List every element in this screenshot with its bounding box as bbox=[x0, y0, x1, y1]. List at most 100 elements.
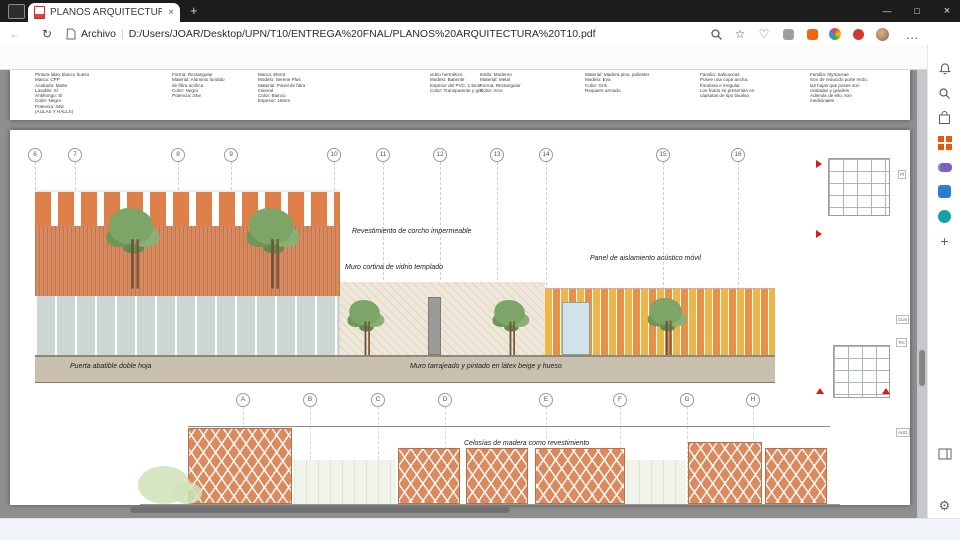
spec-column: Familia: Myrtaceae Son de reducido porte… bbox=[810, 72, 868, 104]
grid-axis: 13 bbox=[490, 148, 504, 355]
spec-column: Material: Madera pino, poliester Modelo:… bbox=[585, 72, 650, 93]
sidebar-search-icon[interactable] bbox=[936, 85, 953, 102]
browser-tab[interactable]: PLANOS ARQUITECTURA T10.pd × bbox=[28, 3, 180, 22]
grid-axis: 6 bbox=[28, 148, 42, 355]
section-marker-icon bbox=[882, 388, 890, 394]
ground-line bbox=[140, 504, 840, 505]
pdf-toolbar: ▾ Dibujar ▾ T Lectura en voz alta − + de… bbox=[0, 45, 927, 111]
back-icon[interactable]: ← bbox=[6, 25, 24, 42]
pdf-favicon-icon bbox=[34, 6, 45, 19]
spec-column: Marca: Elemt Modelo: Serene Plus Materia… bbox=[258, 72, 306, 104]
annotation-curtain-wall: Muro cortina de vidrio templado bbox=[345, 264, 444, 271]
notifications-bell-icon[interactable] bbox=[936, 60, 953, 77]
grid-axis: 15 bbox=[656, 148, 670, 355]
annotation-acoustic-panel: Panel de aislamiento acústico móvil bbox=[590, 255, 701, 262]
grid-axis: H bbox=[746, 393, 760, 503]
extension-orange-icon[interactable] bbox=[804, 26, 820, 42]
grid-axis: B bbox=[303, 393, 317, 503]
section-marker-icon bbox=[816, 230, 822, 238]
grid-axis: 8 bbox=[171, 148, 185, 355]
grid-axis: C bbox=[371, 393, 385, 503]
horizontal-scrollbar[interactable] bbox=[130, 507, 510, 513]
edge-sidebar: + ⚙ bbox=[927, 45, 960, 518]
sidebar-panel-icon[interactable] bbox=[936, 445, 953, 462]
extensions-puzzle-icon[interactable] bbox=[780, 26, 796, 42]
file-label: Archivo bbox=[81, 27, 117, 40]
url-text: D:/Users/JOAR/Desktop/UPN/T10/ENTREGA%20… bbox=[128, 27, 596, 40]
section-marker-icon bbox=[816, 388, 824, 394]
favorites-star-icon[interactable]: ☆ bbox=[732, 26, 748, 42]
section-marker-icon bbox=[816, 160, 822, 168]
grid-axis: E bbox=[539, 393, 553, 503]
tree bbox=[100, 208, 165, 289]
minimize-button[interactable]: — bbox=[872, 0, 902, 22]
vertical-scrollbar[interactable] bbox=[917, 70, 927, 518]
address-bar: ← ↻ Archivo | D:/Users/JOAR/Desktop/UPN/… bbox=[0, 22, 960, 64]
taskbar: Buscar T A P O 21°C Parc. soleado ▴ bbox=[0, 518, 960, 540]
tree bbox=[240, 208, 305, 289]
annotation-door: Puerta abatible doble hoja bbox=[70, 363, 152, 370]
annotation-cork: Revestimiento de corcho impermeable bbox=[352, 228, 472, 235]
grid-axis: F bbox=[613, 393, 627, 503]
grid-axis: 9 bbox=[224, 148, 238, 355]
extension-red-icon[interactable] bbox=[850, 26, 866, 42]
annotation-lattice: Celosías de madera como revestimiento bbox=[462, 440, 592, 447]
grid-axis: D bbox=[438, 393, 452, 503]
pdf-page-14: Pintura látex blanco hueso Marca: CPP Ac… bbox=[10, 70, 910, 120]
grid-axis: 7 bbox=[68, 148, 82, 355]
tab-close-icon[interactable]: × bbox=[168, 7, 174, 18]
spec-column: vidrio hermético Modelo: Batiente Espeso… bbox=[430, 72, 483, 93]
facade-glazing-band bbox=[35, 296, 340, 355]
sidebar-settings-gear-icon[interactable]: ⚙ bbox=[936, 497, 953, 514]
browser-window: PLANOS ARQUITECTURA T10.pd × + — □ × ← ↻… bbox=[0, 0, 960, 540]
menu-ellipsis-icon[interactable]: … bbox=[904, 26, 920, 42]
lattice-panel bbox=[466, 448, 528, 504]
close-button[interactable]: × bbox=[932, 0, 960, 22]
glass-door bbox=[562, 302, 590, 355]
clipped-label: AUD bbox=[896, 428, 910, 437]
glazing-gap bbox=[294, 460, 396, 504]
m365-apps-icon[interactable] bbox=[936, 134, 953, 151]
grid-axis: A bbox=[236, 393, 250, 503]
grid-axis: 14 bbox=[539, 148, 553, 355]
tab-title: PLANOS ARQUITECTURA T10.pd bbox=[50, 7, 162, 18]
spec-column: Forma: Rectangular Material: Aluminio fu… bbox=[172, 72, 225, 99]
pdf-viewer: Pintura látex blanco hueso Marca: CPP Ac… bbox=[0, 70, 917, 518]
new-tab-button[interactable]: + bbox=[190, 4, 198, 18]
clipped-label: Pl bbox=[898, 170, 907, 179]
grid-axis: G bbox=[680, 393, 694, 503]
lattice-panel bbox=[398, 448, 460, 504]
lattice-panel bbox=[188, 428, 292, 504]
url-field[interactable]: Archivo | D:/Users/JOAR/Desktop/UPN/T10/… bbox=[66, 25, 596, 42]
designer-sidebar-icon[interactable] bbox=[936, 208, 953, 225]
glazing-gap bbox=[627, 460, 686, 504]
profile-avatar[interactable] bbox=[874, 26, 890, 42]
grid-axis: 16 bbox=[731, 148, 745, 355]
grid-axis: 11 bbox=[376, 148, 390, 355]
browser-essentials-icon[interactable]: ♡ bbox=[756, 26, 772, 42]
roof-line bbox=[188, 426, 830, 427]
shopping-bag-icon[interactable] bbox=[936, 109, 953, 126]
spec-column: Estilo: Moderno Material: Metal Forma: R… bbox=[480, 72, 521, 93]
outlook-sidebar-icon[interactable] bbox=[936, 183, 953, 200]
file-icon bbox=[66, 28, 76, 39]
extension-colorful-icon[interactable] bbox=[827, 26, 843, 42]
tree bbox=[488, 300, 533, 356]
scrollbar-thumb[interactable] bbox=[919, 350, 925, 386]
shrub bbox=[172, 482, 202, 504]
add-sidebar-item-button[interactable]: + bbox=[936, 232, 953, 249]
maximize-button[interactable]: □ bbox=[902, 0, 932, 22]
url-separator: | bbox=[121, 27, 124, 40]
grid-axis: 12 bbox=[433, 148, 447, 355]
spec-column: Familia: Salicaceas Posee una copa ancha… bbox=[700, 72, 755, 99]
lattice-panel bbox=[765, 448, 827, 504]
lattice-panel bbox=[535, 448, 625, 504]
zoom-search-icon[interactable] bbox=[708, 26, 724, 42]
tab-actions-icon[interactable] bbox=[8, 4, 25, 19]
games-icon[interactable] bbox=[936, 159, 953, 176]
grid-axis: 10 bbox=[327, 148, 341, 355]
refresh-icon[interactable]: ↻ bbox=[38, 25, 56, 42]
key-plan-thumbnail bbox=[828, 158, 890, 216]
title-bar: PLANOS ARQUITECTURA T10.pd × + — □ × bbox=[0, 0, 960, 22]
tree bbox=[343, 300, 388, 356]
